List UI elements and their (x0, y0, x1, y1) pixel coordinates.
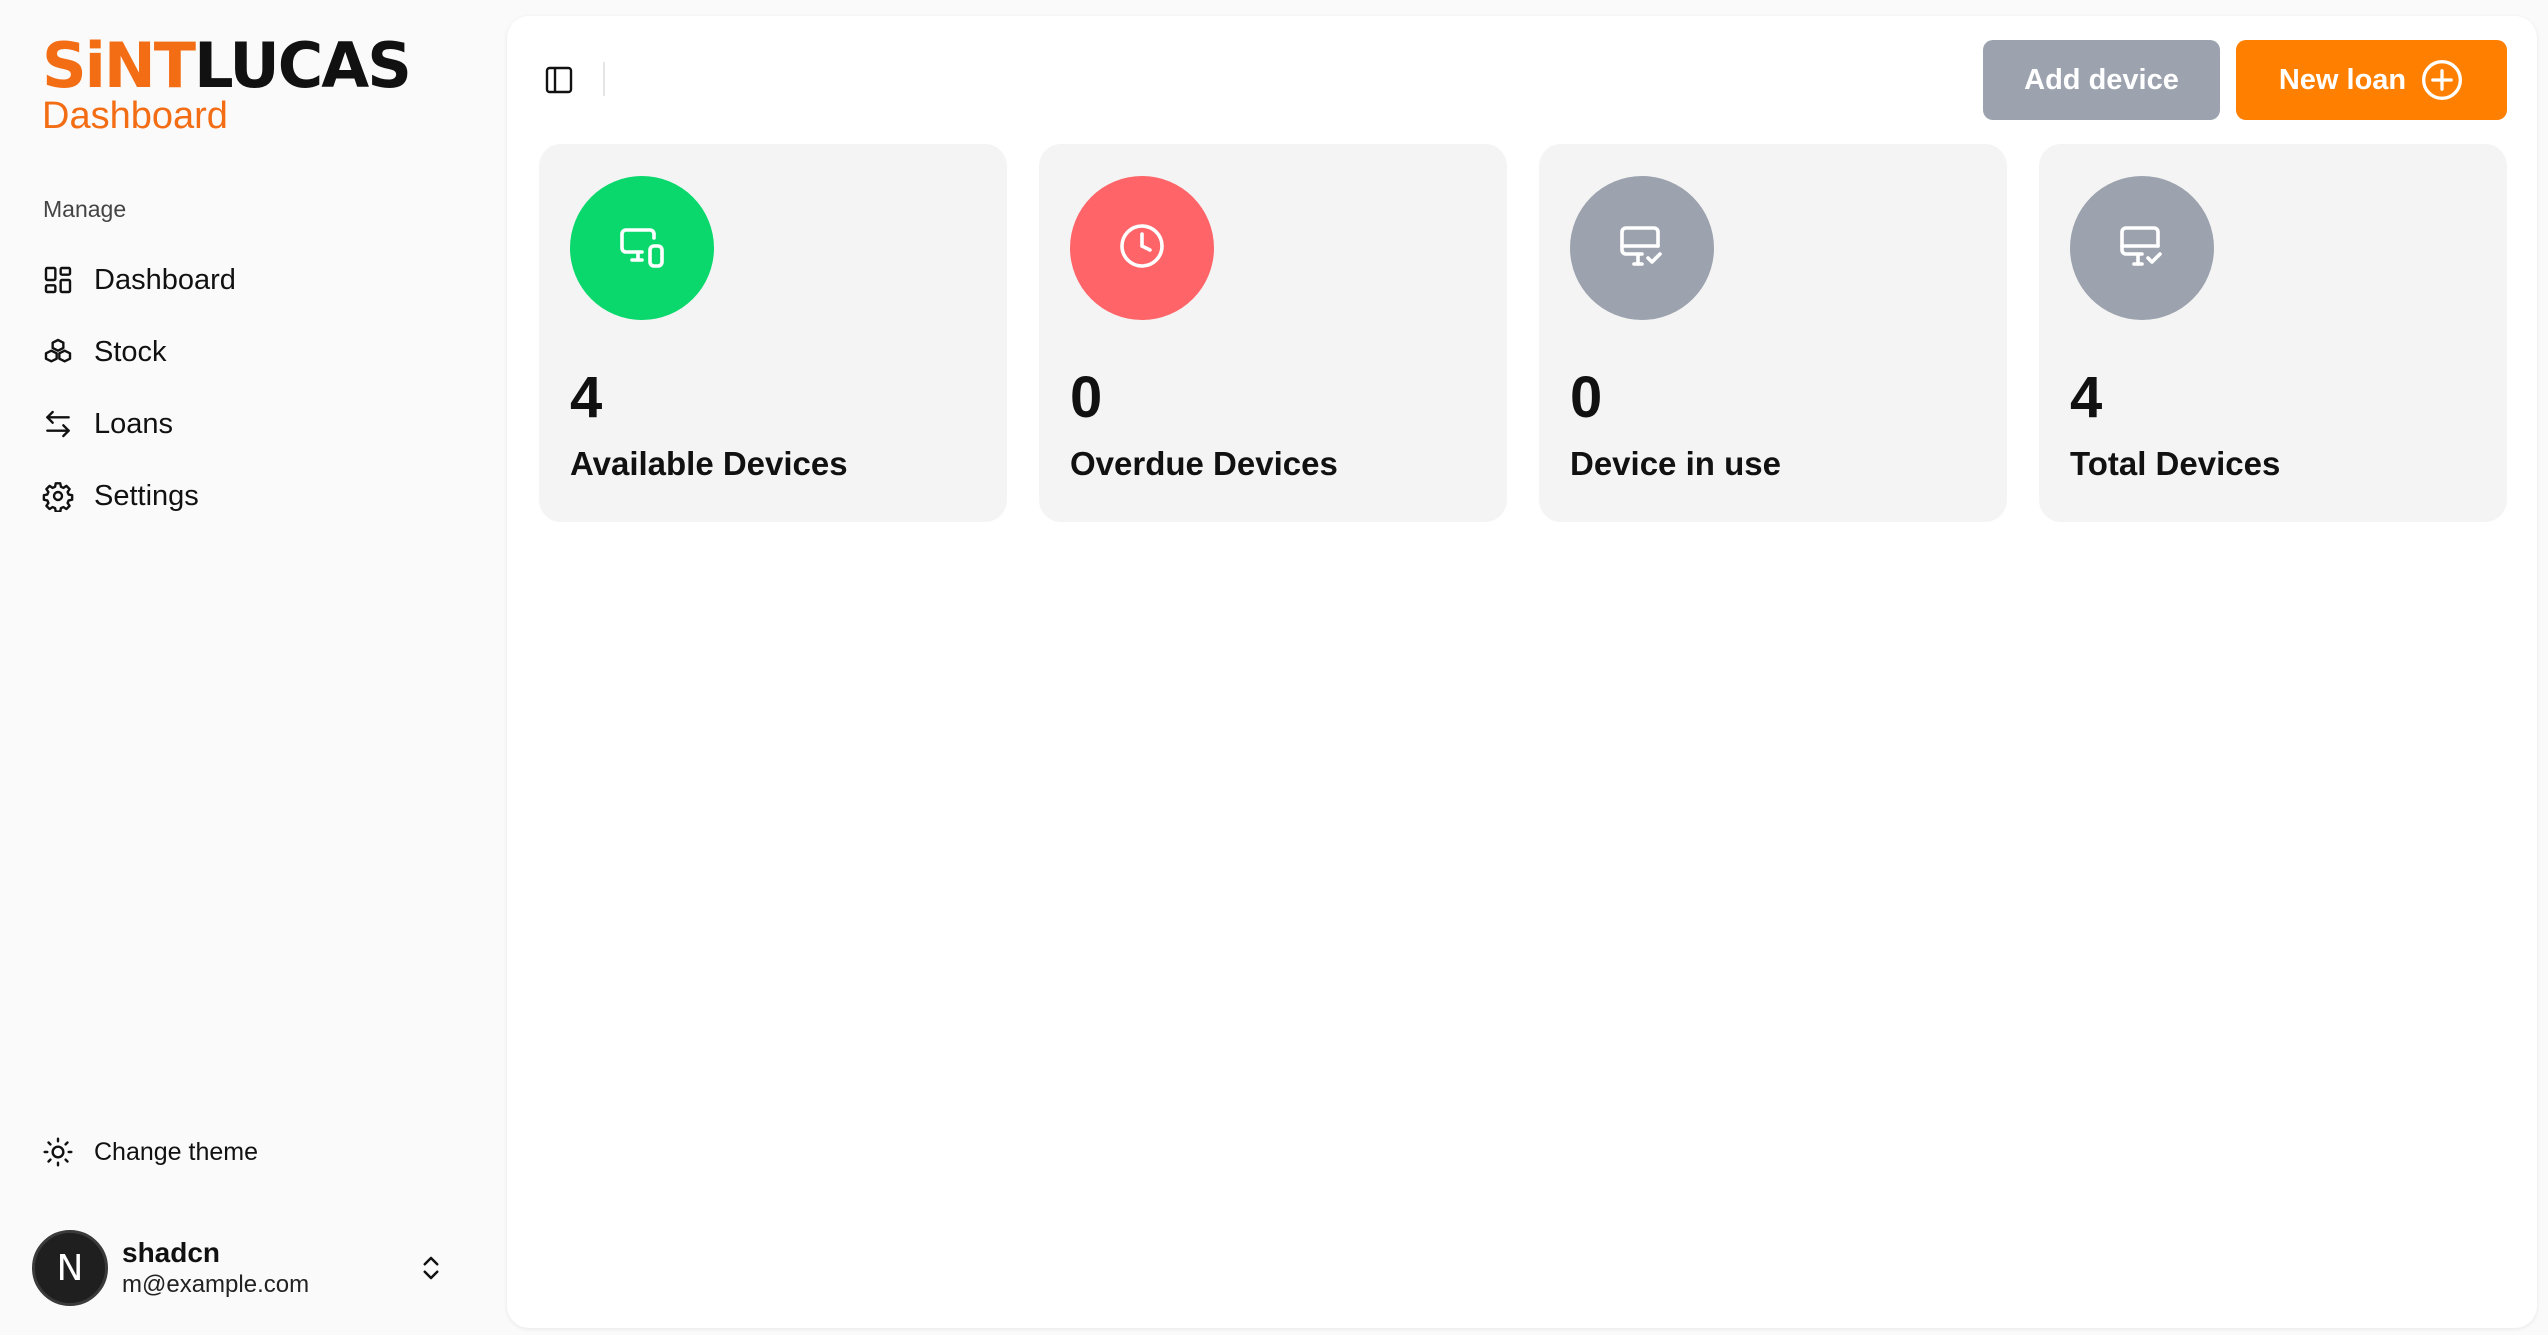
arrow-left-right-icon (42, 408, 74, 440)
monitor-check-icon (1618, 222, 1666, 275)
sidebar-item-label: Loans (94, 407, 174, 440)
stat-value: 4 (570, 365, 603, 430)
brand-logo-sint: SiNT (42, 29, 196, 102)
stat-icon-circle (2070, 176, 2214, 320)
chevrons-up-down-icon (416, 1253, 446, 1283)
stat-value: 4 (2070, 365, 2103, 430)
sidebar-item-label: Stock (94, 335, 167, 368)
nav-group-label: Manage (43, 196, 127, 222)
main-panel: Add device New loan 4 Available Devices … (507, 16, 2537, 1328)
sun-icon (42, 1136, 74, 1168)
stat-card-in-use: 0 Device in use (1539, 144, 2007, 522)
monitor-smartphone-icon (618, 222, 666, 275)
sidebar-item-dashboard[interactable]: Dashboard (42, 244, 482, 316)
stat-card-available: 4 Available Devices (539, 144, 1007, 522)
add-device-button[interactable]: Add device (1983, 40, 2220, 120)
sidebar-item-loans[interactable]: Loans (42, 388, 482, 460)
boxes-icon (42, 336, 74, 368)
monitor-check-icon (2118, 222, 2166, 275)
user-email: m@example.com (122, 1271, 310, 1298)
stat-card-total: 4 Total Devices (2039, 144, 2507, 522)
stat-icon-circle (1070, 176, 1214, 320)
new-loan-button[interactable]: New loan (2236, 40, 2507, 120)
avatar: N (32, 1230, 108, 1306)
toolbar-divider (603, 62, 605, 96)
change-theme-button[interactable]: Change theme (42, 1136, 258, 1168)
user-info: shadcn m@example.com (122, 1236, 416, 1300)
brand-logo-lucas: LUCAS (194, 29, 412, 102)
stat-card-overdue: 0 Overdue Devices (1039, 144, 1507, 522)
sidebar-item-stock[interactable]: Stock (42, 316, 482, 388)
sidebar-nav: Dashboard Stock Loans Settings (42, 244, 482, 532)
layout-dashboard-icon (42, 264, 74, 296)
sidebar-toggle-icon[interactable] (543, 64, 575, 96)
sidebar-item-label: Settings (94, 479, 199, 512)
stats-cards: 4 Available Devices 0 Overdue Devices 0 … (539, 144, 2509, 522)
gear-icon (42, 480, 74, 512)
new-loan-label: New loan (2278, 63, 2407, 96)
stat-label: Total Devices (2070, 445, 2281, 482)
sidebar-item-settings[interactable]: Settings (42, 460, 482, 532)
brand-logo: SiNTLUCAS (42, 29, 412, 102)
sidebar: SiNTLUCAS Dashboard Manage Dashboard Sto… (0, 0, 506, 1335)
sidebar-item-label: Dashboard (94, 263, 236, 296)
stat-icon-circle (570, 176, 714, 320)
clock-icon (1118, 222, 1166, 275)
user-menu[interactable]: N shadcn m@example.com (32, 1228, 472, 1308)
stat-label: Available Devices (570, 445, 848, 482)
stat-label: Overdue Devices (1070, 445, 1338, 482)
change-theme-label: Change theme (94, 1137, 259, 1166)
stat-icon-circle (1570, 176, 1714, 320)
add-device-label: Add device (2024, 63, 2179, 96)
user-name: shadcn (122, 1237, 221, 1268)
stat-value: 0 (1570, 365, 1603, 430)
plus-circle-icon (2420, 58, 2464, 102)
stat-value: 0 (1070, 365, 1103, 430)
stat-label: Device in use (1570, 445, 1781, 482)
brand: SiNTLUCAS Dashboard (42, 29, 412, 138)
